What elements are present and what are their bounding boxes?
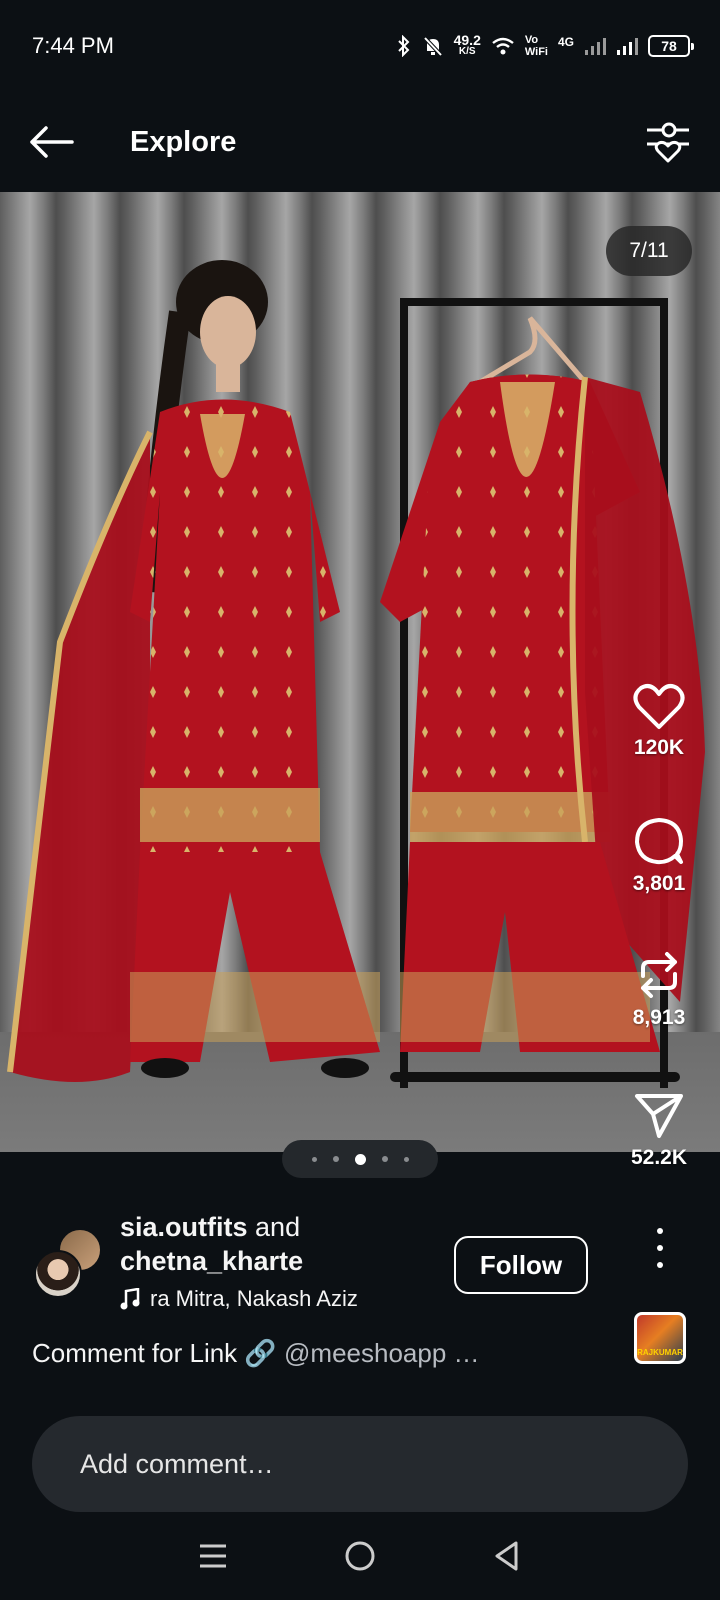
repost-count: 8,913 xyxy=(632,1006,686,1029)
caption-text: Comment for Link xyxy=(32,1338,238,1368)
carousel-dot xyxy=(403,1156,409,1162)
bluetooth-icon xyxy=(397,35,410,57)
mute-bell-icon xyxy=(423,36,443,57)
more-options-button[interactable] xyxy=(648,1228,672,1268)
like-count: 120K xyxy=(633,736,685,759)
send-icon xyxy=(635,1094,683,1138)
system-back-button[interactable] xyxy=(477,1526,537,1586)
comment-bubble-icon xyxy=(635,818,683,865)
author-names[interactable]: sia.outfits and chetna_kharte xyxy=(120,1210,303,1278)
dot-icon xyxy=(657,1228,663,1234)
menu-icon xyxy=(200,1544,227,1568)
carousel-indicator xyxy=(282,1140,438,1178)
sliders-heart-icon xyxy=(647,122,689,163)
page-title: Explore xyxy=(130,125,237,158)
vowifi-indicator: Vo WiFi xyxy=(524,34,548,58)
repost-button[interactable]: 8,913 xyxy=(614,950,704,1030)
author-joiner: and xyxy=(255,1212,301,1242)
post-media[interactable]: 7/11 xyxy=(0,192,720,1152)
media-counter: 7/11 xyxy=(606,226,692,276)
signal-icon xyxy=(585,38,606,55)
recent-apps-button[interactable] xyxy=(183,1526,243,1586)
comment-input[interactable] xyxy=(80,1448,640,1480)
music-note-icon xyxy=(120,1288,140,1310)
dot-icon xyxy=(657,1245,663,1251)
arrow-left-icon xyxy=(30,126,74,158)
net-speed: 49.2 K/S xyxy=(453,32,481,57)
status-bar: 7:44 PM 49.2 K/S Vo WiFi 4G 78 xyxy=(0,0,720,92)
audio-title: ra Mitra, Nakash Aziz xyxy=(150,1286,358,1311)
carousel-dot xyxy=(332,1156,339,1162)
comment-button[interactable]: 3,801 xyxy=(614,816,704,896)
battery-indicator: 78 xyxy=(648,35,694,57)
system-nav-bar xyxy=(0,1512,720,1600)
author-avatars[interactable] xyxy=(34,1228,104,1298)
music-thumbnail[interactable]: RAJKUMAR xyxy=(634,1312,686,1364)
dot-icon xyxy=(657,1262,663,1268)
comment-count: 3,801 xyxy=(632,872,686,895)
status-icons: 49.2 K/S Vo WiFi 4G 78 xyxy=(396,32,694,58)
link-icon: 🔗 xyxy=(244,1338,277,1368)
back-button[interactable] xyxy=(26,117,76,167)
signal-2-icon xyxy=(617,38,638,55)
author-username[interactable]: chetna_kharte xyxy=(120,1246,303,1276)
circle-icon xyxy=(345,1541,375,1571)
triangle-back-icon xyxy=(495,1541,518,1571)
wifi-icon xyxy=(492,37,514,55)
repost-icon xyxy=(641,952,677,998)
header: Explore xyxy=(0,92,720,192)
status-time: 7:44 PM xyxy=(32,33,114,58)
share-button[interactable]: 52.2K xyxy=(614,1090,704,1170)
filter-button[interactable] xyxy=(642,116,694,168)
caption-mention[interactable]: @meeshoapp … xyxy=(284,1338,480,1368)
share-count: 52.2K xyxy=(630,1146,688,1169)
comment-box[interactable] xyxy=(32,1416,688,1512)
audio-info[interactable]: ra Mitra, Nakash Aziz xyxy=(120,1286,358,1312)
home-button[interactable] xyxy=(330,1526,390,1586)
carousel-dot xyxy=(311,1156,317,1162)
post-caption[interactable]: Comment for Link 🔗 @meeshoapp … xyxy=(32,1338,480,1369)
like-button[interactable]: 120K xyxy=(614,682,704,760)
author-username[interactable]: sia.outfits xyxy=(120,1212,248,1242)
avatar xyxy=(34,1250,82,1298)
carousel-dot-active xyxy=(354,1153,366,1165)
carousel-dot xyxy=(381,1156,388,1162)
follow-button[interactable]: Follow xyxy=(454,1236,588,1294)
network-type: 4G xyxy=(557,35,574,49)
outfit-image xyxy=(7,260,705,1088)
music-thumb-text: RAJKUMAR xyxy=(637,1348,683,1357)
heart-icon xyxy=(633,684,685,729)
